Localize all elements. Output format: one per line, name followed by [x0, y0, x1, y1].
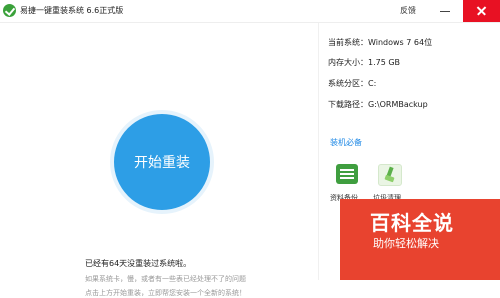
close-button[interactable]	[463, 0, 500, 22]
hint-text-line-1: 如果系统卡，慢，或者有一些表已经处理不了的问题	[85, 275, 246, 283]
backup-icon[interactable]	[336, 164, 358, 184]
watermark-badge: 百科全说 助你轻松解决	[340, 199, 500, 280]
current-system-info: 当前系统：Windows 7 64位	[328, 38, 433, 47]
watermark-subtitle: 助你轻松解决	[373, 237, 439, 250]
watermark-title: 百科全说	[370, 211, 454, 235]
main-panel: 开始重装 已经有64天没重装过系统啦。 如果系统卡，慢，或者有一些表已经处理不了…	[0, 23, 318, 297]
partition-info: 系统分区：C:	[328, 79, 377, 88]
start-reinstall-button[interactable]: 开始重装	[110, 110, 214, 214]
title-bar: 易捷一键重装系统 6.6正式版 反馈	[0, 0, 500, 23]
essentials-title: 装机必备	[330, 138, 362, 147]
app-title: 易捷一键重装系统 6.6正式版	[20, 6, 124, 15]
minimize-button[interactable]	[437, 2, 453, 18]
sidebar-divider	[318, 23, 319, 280]
memory-info: 内存大小：1.75 GB	[328, 58, 401, 67]
app-logo-icon	[3, 4, 16, 17]
broom-icon[interactable]	[378, 164, 402, 186]
download-path-info: 下载路径：G:\ORMBackup	[328, 100, 428, 109]
feedback-link[interactable]: 反馈	[400, 5, 416, 16]
hint-text-line-2: 点击上方开始重装，立即帮您安装一个全新的系统！	[85, 289, 246, 297]
days-since-reinstall-text: 已经有64天没重装过系统啦。	[85, 259, 192, 268]
